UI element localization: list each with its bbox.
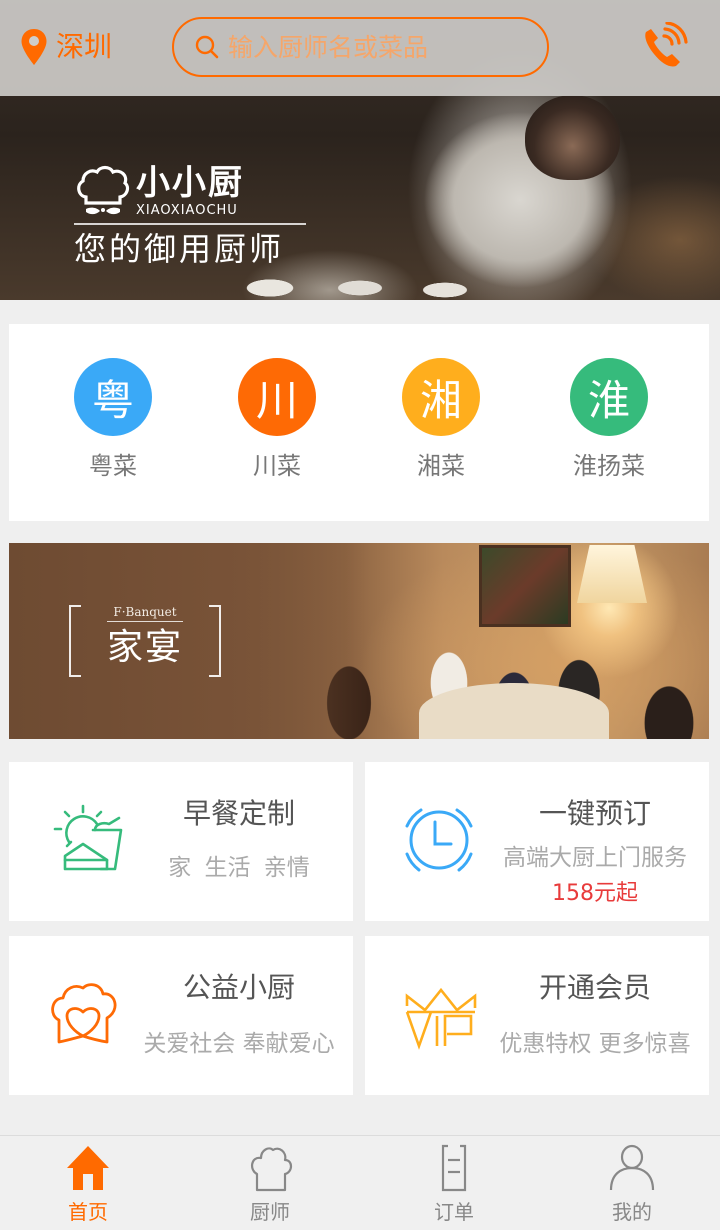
user-icon (609, 1144, 655, 1191)
banquet-en-label: F·Banquet (107, 605, 183, 622)
service-subtitle: 家 生活 亲情 (168, 855, 310, 881)
cuisine-badge-icon: 粤 (74, 358, 152, 436)
brand-divider (74, 223, 306, 225)
service-subtitle: 高端大厨上门服务 (503, 845, 687, 871)
service-card-breakfast[interactable]: 早餐定制 家 生活 亲情 (9, 762, 353, 921)
order-list-icon (441, 1144, 467, 1192)
clock-icon (405, 808, 473, 872)
brand-logo: 小小厨 XIAOXIAOCHU 您的御用厨师 (74, 163, 306, 271)
phone-icon[interactable] (640, 22, 692, 70)
nav-tab-profile[interactable]: 我的 (572, 1136, 692, 1230)
banquet-cn-label: 家宴 (106, 627, 183, 668)
city-selector[interactable]: 深圳 (20, 28, 112, 66)
cuisine-label: 川菜 (253, 452, 301, 480)
chef-hat-icon (251, 1147, 293, 1192)
city-label: 深圳 (56, 30, 113, 63)
cuisine-label: 粤菜 (89, 452, 137, 480)
vip-crown-icon (405, 987, 477, 1050)
nav-label: 厨师 (250, 1200, 290, 1224)
breakfast-icon (53, 804, 123, 871)
service-title: 早餐定制 (182, 797, 295, 830)
service-title: 公益小厨 (182, 971, 295, 1004)
hero-photo-chef-head (525, 95, 620, 180)
service-card-booking[interactable]: 一键预订 高端大厨上门服务 158元起 (365, 762, 709, 921)
service-title: 一键预订 (538, 797, 651, 830)
home-icon (67, 1146, 109, 1190)
search-bar[interactable] (172, 17, 549, 77)
cuisine-badge-icon: 湘 (402, 358, 480, 436)
hero-photo-plates (230, 268, 490, 300)
cuisine-categories: 粤 粤菜 川 川菜 湘 湘菜 淮 淮扬菜 (9, 324, 709, 521)
cuisine-huaiyang[interactable]: 淮 淮扬菜 (549, 358, 669, 481)
nav-label: 我的 (612, 1200, 652, 1224)
cuisine-label: 湘菜 (417, 452, 465, 480)
chef-hat-heart-icon (51, 983, 117, 1044)
cuisine-cantonese[interactable]: 粤 粤菜 (53, 358, 173, 481)
nav-tab-chefs[interactable]: 厨师 (210, 1136, 330, 1230)
family-banquet-banner[interactable]: F·Banquet 家宴 (9, 543, 709, 739)
bracket-right (209, 605, 221, 677)
search-icon (195, 35, 219, 59)
cuisine-sichuan[interactable]: 川 川菜 (217, 358, 337, 481)
bracket-left (69, 605, 81, 677)
service-card-vip[interactable]: 开通会员 优惠特权 更多惊喜 (365, 936, 709, 1095)
cuisine-label: 淮扬菜 (573, 452, 645, 480)
service-subtitle: 关爱社会 奉献爱心 (143, 1031, 335, 1057)
bottom-nav: 首页 厨师 订单 我的 (0, 1135, 720, 1230)
brand-pinyin: XIAOXIAOCHU (136, 203, 238, 218)
cuisine-hunan[interactable]: 湘 湘菜 (381, 358, 501, 481)
hero-banner[interactable]: 深圳 小小厨 XIAOXIAOCHU 您的御用厨师 (0, 0, 720, 300)
chef-hat-logo-icon (77, 165, 130, 215)
location-pin-icon (21, 29, 47, 65)
cuisine-badge-icon: 淮 (570, 358, 648, 436)
search-input[interactable] (228, 32, 528, 62)
cuisine-badge-icon: 川 (238, 358, 316, 436)
banquet-logo: F·Banquet 家宴 (69, 605, 221, 677)
nav-label: 首页 (68, 1200, 108, 1224)
brand-name: 小小厨 (136, 163, 244, 203)
nav-label: 订单 (434, 1200, 474, 1224)
brand-tagline: 您的御用厨师 (74, 230, 285, 268)
service-price: 158元起 (552, 881, 638, 906)
service-card-charity[interactable]: 公益小厨 关爱社会 奉献爱心 (9, 936, 353, 1095)
nav-tab-home[interactable]: 首页 (28, 1136, 148, 1230)
banner-photo-table (419, 683, 609, 739)
service-subtitle: 优惠特权 更多惊喜 (499, 1031, 691, 1057)
banner-photo-lamp (577, 545, 647, 603)
nav-tab-orders[interactable]: 订单 (394, 1136, 514, 1230)
service-title: 开通会员 (538, 971, 651, 1004)
banner-photo-painting (479, 545, 571, 627)
